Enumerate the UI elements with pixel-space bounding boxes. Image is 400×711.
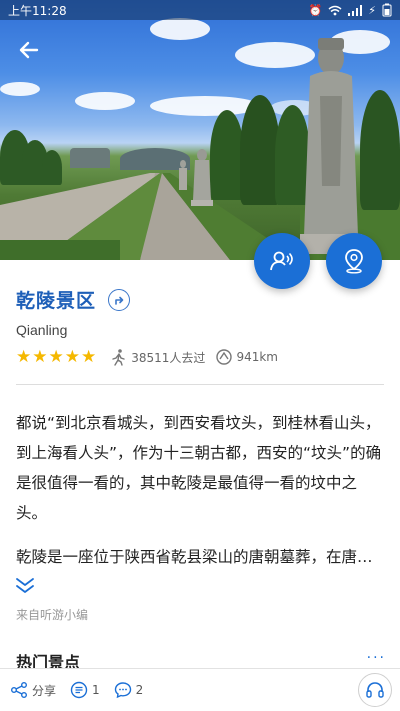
meta-row: ★ ★ ★ ★ ★ 38511人去过 941km [16, 347, 288, 367]
expand-button[interactable] [14, 576, 36, 598]
star-icon: ★ [16, 347, 32, 367]
navigate-button[interactable] [108, 288, 131, 311]
audio-guide-icon [270, 251, 293, 271]
distance-text: 941km [236, 350, 278, 364]
charging-icon: ⚡ [368, 3, 376, 17]
share-button[interactable]: 分享 [10, 681, 56, 699]
status-bar: 上午11:28 ⏰ ⚡ [0, 0, 400, 20]
star-icon: ★ [48, 347, 64, 367]
comments-count: 2 [135, 683, 144, 697]
visitor-count-text: 38511人去过 [131, 350, 206, 365]
divider [16, 384, 384, 385]
share-icon [11, 682, 27, 698]
distance: 941km [215, 348, 278, 366]
source-credit: 来自听游小编 [16, 608, 89, 622]
alarm-icon: ⏰ [308, 3, 323, 17]
location-pin-icon [345, 249, 363, 274]
more-button[interactable]: ··· [367, 650, 386, 666]
description-paragraph: 乾陵是一座位于陕西省乾县梁山的唐朝墓葬，在唐… [16, 548, 373, 566]
star-icon: ★ [32, 347, 48, 367]
location-button[interactable] [326, 233, 382, 289]
title-row: 乾陵景区 [16, 286, 131, 313]
back-arrow-icon [19, 41, 39, 59]
listen-button[interactable] [358, 673, 392, 707]
headphones-icon [366, 682, 384, 698]
audio-guide-button[interactable] [254, 233, 310, 289]
notes-count: 1 [92, 683, 100, 697]
description-paragraph: 都说“到北京看城头，到西安看坟头，到桂林看山头，到上海看人头”，作为十三朝古都，… [16, 414, 382, 522]
comments-button[interactable]: 2 [114, 681, 144, 699]
visitor-count: 38511人去过 [110, 348, 205, 366]
comments-icon [114, 682, 131, 699]
walker-icon [112, 349, 125, 366]
share-label: 分享 [32, 683, 57, 698]
wifi-icon [328, 5, 342, 15]
signal-icon [348, 4, 363, 16]
navigate-icon [115, 296, 124, 305]
distance-icon [216, 349, 233, 365]
status-time: 上午11:28 [8, 3, 67, 18]
section-header: 热门景点 [16, 650, 386, 668]
battery-icon [382, 3, 392, 17]
notes-button[interactable]: 1 [70, 681, 100, 699]
star-icon: ★ [64, 347, 80, 367]
rating-stars: ★ ★ ★ ★ ★ [16, 347, 96, 367]
back-button[interactable] [14, 36, 44, 64]
hero-image: 上午11:28 ⏰ ⚡ [0, 0, 400, 260]
bottom-bar: 分享 1 2 [0, 668, 400, 711]
expand-chevron-icon [16, 578, 34, 593]
description: 都说“到北京看城头，到西安看坟头，到桂林看山头，到上海看人头”，作为十三朝古都，… [16, 408, 386, 586]
notes-icon [70, 681, 88, 699]
page-title: 乾陵景区 [16, 290, 97, 312]
pinyin-subtitle: Qianling [16, 322, 68, 338]
star-icon: ★ [81, 347, 97, 367]
section-title: 热门景点 [16, 653, 81, 668]
